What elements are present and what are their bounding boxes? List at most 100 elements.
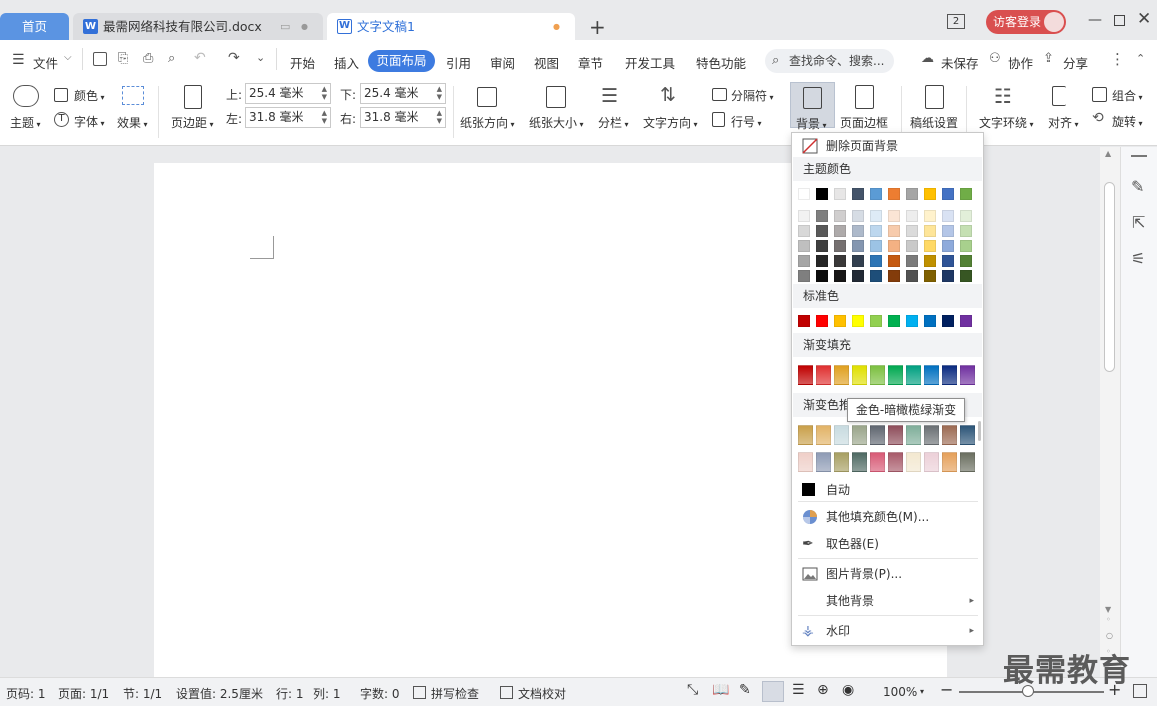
collapse-ribbon-icon[interactable]: ⌃ — [1136, 52, 1145, 65]
gradient-scheme-swatch[interactable] — [906, 452, 921, 472]
chevron-down-icon[interactable]: ⌵ — [64, 52, 72, 63]
paper-size-button[interactable]: 纸张大小 ▾ — [529, 114, 584, 131]
tab-document-1[interactable]: W 最需网络科技有限公司.docx ▭ ● — [73, 13, 323, 40]
share-button[interactable]: 分享 — [1063, 53, 1088, 72]
text-direction-icon[interactable]: ⇅ — [660, 84, 676, 106]
theme-shade-swatch[interactable] — [906, 270, 918, 282]
theme-shade-swatch[interactable] — [798, 240, 810, 252]
standard-color-swatch[interactable] — [960, 315, 972, 327]
theme-shade-swatch[interactable] — [942, 270, 954, 282]
gradient-scheme-swatch[interactable] — [852, 425, 867, 445]
more-options-icon[interactable]: ⋮ — [1110, 50, 1125, 68]
remove-page-background-item[interactable]: 删除页面背景 — [793, 133, 982, 159]
background-button[interactable]: 背景 ▾ — [790, 82, 835, 131]
undo-icon[interactable]: ↶ — [194, 50, 206, 66]
gradient-scheme-swatch[interactable] — [870, 425, 885, 445]
paper-size-icon[interactable] — [546, 86, 566, 108]
gradient-scheme-swatch[interactable] — [960, 425, 975, 445]
theme-shade-swatch[interactable] — [942, 255, 954, 267]
theme-shade-swatch[interactable] — [924, 225, 936, 237]
menu-insert[interactable]: 插入 — [334, 53, 359, 72]
tab-home[interactable]: 首页 — [0, 13, 69, 40]
write-mode-icon[interactable]: ✎ — [739, 682, 751, 698]
separator-button[interactable]: 分隔符 ▾ — [731, 87, 774, 104]
print-preview-icon[interactable]: ⌕ — [168, 51, 175, 66]
theme-shade-swatch[interactable] — [870, 210, 882, 222]
standard-color-swatch[interactable] — [906, 315, 918, 327]
gradient-scheme-swatch[interactable] — [960, 452, 975, 472]
file-menu[interactable]: 文件 — [33, 53, 58, 72]
status-setting[interactable]: 设置值: 2.5厘米 — [176, 685, 263, 702]
more-fill-colors-item[interactable]: 其他填充颜色(M)... — [793, 504, 982, 530]
theme-shade-swatch[interactable] — [942, 240, 954, 252]
other-background-item[interactable]: 其他背景 ▸ — [793, 588, 982, 614]
orientation-button[interactable]: 纸张方向 ▾ — [460, 114, 515, 131]
zoom-dropdown-icon[interactable]: ▾ — [920, 687, 924, 696]
gradient-scheme-swatch[interactable] — [924, 425, 939, 445]
print-icon[interactable]: ⎙ — [143, 51, 153, 66]
theme-shade-swatch[interactable] — [798, 270, 810, 282]
spinner-icon[interactable]: ▲ ▼ — [322, 109, 327, 125]
fullscreen-icon[interactable]: ⤡ — [687, 682, 698, 698]
menu-reference[interactable]: 引用 — [446, 53, 471, 72]
page-margin-button[interactable]: 页边距 ▾ — [171, 114, 214, 131]
menu-view[interactable]: 视图 — [534, 53, 559, 72]
command-search-input[interactable]: ⌕ 查找命令、搜索... — [765, 49, 894, 73]
gradient-fill-swatch[interactable] — [870, 365, 885, 385]
guest-login-button[interactable]: 访客登录 — [986, 10, 1066, 34]
web-view-icon[interactable]: ⊕ — [817, 682, 829, 698]
reading-mode-icon[interactable]: 📖 — [712, 682, 729, 698]
page-border-button[interactable]: 页面边框 — [840, 114, 888, 131]
spinner-icon[interactable]: ▲ ▼ — [437, 109, 442, 125]
theme-shade-swatch[interactable] — [924, 240, 936, 252]
theme-shade-swatch[interactable] — [960, 225, 972, 237]
theme-shade-swatch[interactable] — [834, 210, 846, 222]
theme-color-swatch[interactable] — [924, 188, 936, 200]
gradient-fill-swatch[interactable] — [888, 365, 903, 385]
standard-color-swatch[interactable] — [870, 315, 882, 327]
right-margin-input[interactable]: 31.8 毫米 ▲ ▼ — [360, 107, 446, 128]
gradient-scheme-swatch[interactable] — [816, 452, 831, 472]
theme-color-swatch[interactable] — [960, 188, 972, 200]
top-margin-input[interactable]: 25.4 毫米 ▲ ▼ — [245, 83, 331, 104]
gradient-scheme-swatch[interactable] — [888, 452, 903, 472]
menu-page-layout[interactable]: 页面布局 — [368, 50, 435, 72]
theme-color-swatch[interactable] — [942, 188, 954, 200]
columns-icon[interactable]: ☰ — [601, 85, 618, 107]
text-direction-button[interactable]: 文字方向 ▾ — [643, 114, 698, 131]
theme-shade-swatch[interactable] — [834, 255, 846, 267]
theme-shade-swatch[interactable] — [924, 255, 936, 267]
theme-shade-swatch[interactable] — [852, 225, 864, 237]
line-number-button[interactable]: 行号 ▾ — [731, 113, 762, 130]
theme-shade-swatch[interactable] — [870, 225, 882, 237]
zoom-level[interactable]: 100% — [883, 685, 917, 699]
theme-color-swatch[interactable] — [816, 188, 828, 200]
text-wrap-icon[interactable]: ☷ — [994, 84, 1012, 108]
standard-color-swatch[interactable] — [852, 315, 864, 327]
theme-shade-swatch[interactable] — [888, 225, 900, 237]
gradient-scheme-swatch[interactable] — [888, 425, 903, 445]
standard-color-swatch[interactable] — [798, 315, 810, 327]
hamburger-icon[interactable]: ☰ — [12, 52, 25, 68]
select-browse-icon[interactable]: ○ — [1106, 631, 1113, 640]
scroll-down-icon[interactable]: ▼ — [1105, 605, 1111, 614]
edit-pen-icon[interactable]: ✎ — [1131, 177, 1144, 196]
group-button[interactable]: 组合 ▾ — [1112, 87, 1143, 104]
close-icon[interactable]: ✕ — [1137, 9, 1151, 29]
screen-icon[interactable]: ▭ — [280, 13, 290, 40]
theme-shade-swatch[interactable] — [888, 240, 900, 252]
settings-sliders-icon[interactable]: ⚟ — [1131, 249, 1145, 268]
align-icon[interactable] — [1052, 86, 1066, 106]
effect-icon[interactable] — [122, 86, 144, 105]
cursor-select-icon[interactable]: ⇱ — [1132, 213, 1145, 232]
theme-shade-swatch[interactable] — [816, 210, 828, 222]
theme-button[interactable]: 主题 ▾ — [10, 114, 41, 131]
theme-shade-swatch[interactable] — [960, 255, 972, 267]
theme-shade-swatch[interactable] — [852, 270, 864, 282]
theme-color-swatch[interactable] — [852, 188, 864, 200]
status-pages[interactable]: 页面: 1/1 — [58, 685, 109, 702]
quick-access-more-icon[interactable]: ⌄ — [256, 51, 265, 64]
theme-shade-swatch[interactable] — [870, 255, 882, 267]
orientation-icon[interactable] — [477, 87, 497, 107]
menu-review[interactable]: 审阅 — [490, 53, 515, 72]
